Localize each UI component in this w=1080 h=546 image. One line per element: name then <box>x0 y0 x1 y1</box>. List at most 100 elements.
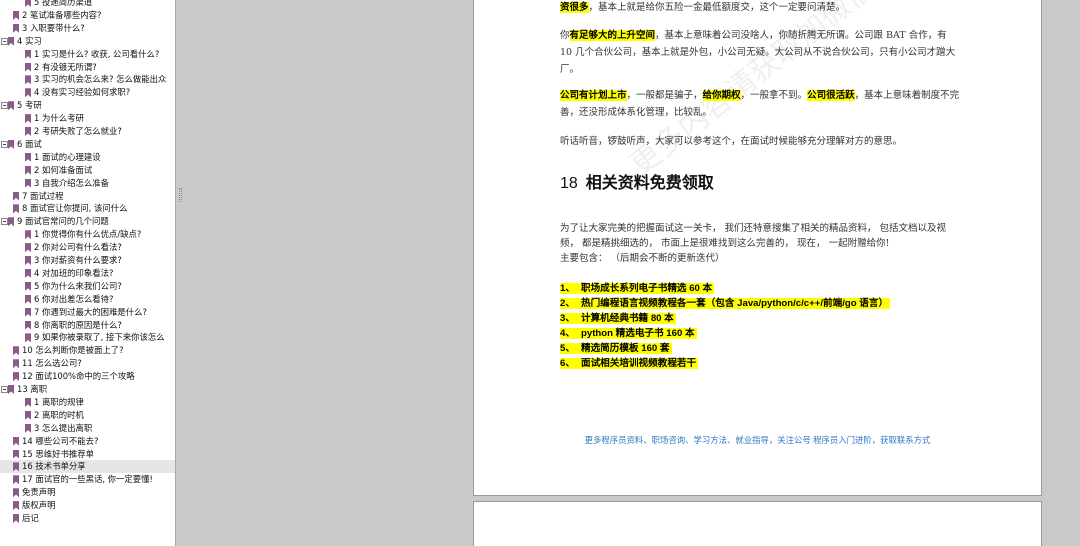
bookmark-item[interactable]: 4 对加班的印象看法? <box>0 267 175 280</box>
bookmark-item[interactable]: 17 面试官的一些黑话, 你一定要懂! <box>0 473 175 486</box>
collapse-toggle-icon[interactable] <box>1 37 8 45</box>
bookmark-item[interactable]: 8 面试官让你提问, 该问什么 <box>0 202 175 215</box>
bookmark-item[interactable]: 10 怎么判断你是被面上了? <box>0 344 175 357</box>
bookmark-item[interactable]: 11 怎么选公司? <box>0 357 175 370</box>
highlight: 3、 计算机经典书籍 80 本 <box>560 313 676 324</box>
bookmark-icon <box>13 204 19 214</box>
resource-number: 5、 <box>560 343 575 354</box>
bookmark-icon <box>25 178 31 188</box>
bookmark-icon <box>13 372 19 382</box>
bookmark-item[interactable]: 9 面试官常问的几个问题 <box>0 215 175 228</box>
bookmark-label: 17 面试官的一些黑话, 你一定要懂! <box>22 474 153 485</box>
bookmark-item[interactable]: 2 离职的时机 <box>0 409 175 422</box>
bookmark-label: 1 面试的心理建设 <box>34 151 101 162</box>
bookmark-label: 5 你为什么来我们公司? <box>34 280 122 291</box>
bookmark-icon <box>13 449 19 459</box>
bookmark-item[interactable]: 3 入职要带什么? <box>0 22 175 35</box>
section-heading: 18 相关资料免费领取 <box>560 169 714 193</box>
bookmark-item[interactable]: 2 笔试准备哪些内容? <box>0 9 175 22</box>
bookmark-item[interactable]: 1 为什么考研 <box>0 112 175 125</box>
bookmark-icon <box>25 320 31 330</box>
bookmark-item[interactable]: 1 面试的心理建设 <box>0 151 175 164</box>
highlight: 2、 热门编程语言视频教程各一套（包含 Java/python/c/c++/前端/… <box>560 298 891 309</box>
bookmark-item[interactable]: 1 你觉得你有什么优点/缺点? <box>0 228 175 241</box>
bookmark-item[interactable]: 3 自我介绍怎么准备 <box>0 177 175 190</box>
section-number: 18 <box>560 175 578 192</box>
bookmark-icon <box>8 36 14 46</box>
highlight: 资很多 <box>560 2 589 13</box>
highlight: 公司很活跃 <box>807 90 855 101</box>
paragraph-text: ，一般拿不到。 <box>740 90 808 101</box>
bookmarks-panel[interactable]: 5 投递简历渠道 2 笔试准备哪些内容? 3 入职要带什么? 4 实习 1 实习是什么?… <box>0 0 176 546</box>
resource-number: 3、 <box>560 313 575 324</box>
bookmark-item[interactable]: 1 离职的规律 <box>0 396 175 409</box>
bookmark-item[interactable]: 15 思维好书推荐单 <box>0 448 175 461</box>
bookmark-item[interactable]: 2 考研失败了怎么就业? <box>0 125 175 138</box>
bookmark-item[interactable]: 16 技术书单分享 <box>0 460 175 474</box>
highlight: 给你期权 <box>702 90 741 101</box>
bookmark-item[interactable]: 8 你离职的原因是什么? <box>0 319 175 332</box>
resource-number: 6、 <box>560 358 575 369</box>
bookmark-item[interactable]: 9 如果你被录取了, 接下来你该怎么 <box>0 331 175 344</box>
bookmark-item[interactable]: 5 考研 <box>0 99 175 112</box>
highlight: 5、 精选简历模板 160 套 <box>560 343 672 354</box>
bookmark-icon <box>25 88 31 98</box>
bookmark-icon <box>8 385 14 394</box>
footer-link[interactable]: 更多程序员资料、职场咨询、学习方法、就业指导，关注公号 程序员入门进阶，获取联系… <box>474 434 1041 446</box>
bookmark-item[interactable]: 6 你对出差怎么看待? <box>0 293 175 306</box>
bookmark-icon <box>13 436 19 446</box>
bookmark-item[interactable]: 6 面试 <box>0 138 175 151</box>
bookmark-label: 6 面试 <box>17 138 42 149</box>
resource-number: 2、 <box>560 298 575 309</box>
bookmark-item[interactable]: 12 面试100%命中的三个攻略 <box>0 370 175 383</box>
bookmark-icon <box>25 127 31 136</box>
paragraph-text: ，一般都是骗子， <box>626 90 703 101</box>
bookmark-item[interactable]: 3 怎么提出离职 <box>0 422 175 435</box>
bookmark-item[interactable]: 7 你遇到过最大的困难是什么? <box>0 306 175 319</box>
collapse-toggle-icon[interactable] <box>1 102 8 110</box>
bookmark-label: 3 入职要带什么? <box>22 22 85 33</box>
bookmark-icon <box>25 62 31 72</box>
bookmark-item[interactable]: 免责声明 <box>0 486 175 499</box>
paragraph-text: 你 <box>560 30 570 41</box>
bookmark-label: 7 面试过程 <box>22 190 64 201</box>
bookmark-label: 2 如何准备面试 <box>34 164 93 175</box>
bookmark-item[interactable]: 14 哪些公司不能去? <box>0 435 175 448</box>
bookmark-label: 2 你对公司有什么看法? <box>34 242 122 253</box>
bookmark-icon <box>25 268 31 278</box>
resource-item: 1、 职场成长系列电子书精选 60 本 <box>560 282 715 296</box>
bookmark-item[interactable]: 7 面试过程 <box>0 190 175 203</box>
bookmark-icon <box>25 49 31 59</box>
collapse-toggle-icon[interactable] <box>1 218 8 226</box>
resource-item: 2、 热门编程语言视频教程各一套（包含 Java/python/c/c++/前端/… <box>560 297 891 311</box>
bookmark-icon <box>25 294 31 304</box>
bookmark-item[interactable]: 4 没有实习经验如何求职? <box>0 86 175 99</box>
bookmark-icon <box>25 397 31 407</box>
bookmark-label: 1 你觉得你有什么优点/缺点? <box>34 229 142 240</box>
paragraph: 资很多，基本上就是给你五险一金最低额度交，这个一定要问清楚。 <box>560 0 960 16</box>
collapse-toggle-icon[interactable] <box>1 386 8 393</box>
bookmark-item[interactable]: 5 投递简历渠道 <box>0 0 175 9</box>
bookmark-item[interactable]: 3 你对薪资有什么要求? <box>0 254 175 267</box>
bookmark-item[interactable]: 4 实习 <box>0 35 175 48</box>
bookmark-label: 2 离职的时机 <box>34 409 84 420</box>
collapse-toggle-icon[interactable] <box>1 140 8 148</box>
splitter-grip-icon[interactable] <box>179 188 182 202</box>
bookmark-item[interactable]: 2 有没镀无所谓? <box>0 61 175 74</box>
bookmark-icon <box>13 346 19 356</box>
bookmark-item[interactable]: 版权声明 <box>0 499 175 512</box>
panel-splitter[interactable] <box>177 0 185 546</box>
bookmark-item[interactable]: 2 你对公司有什么看法? <box>0 241 175 254</box>
highlight: 6、 面试相关培训视频教程若干 <box>560 358 699 369</box>
bookmark-item[interactable]: 13 离职 <box>0 383 175 396</box>
bookmark-item[interactable]: 后记 <box>0 512 175 525</box>
bookmark-item[interactable]: 5 你为什么来我们公司? <box>0 280 175 293</box>
bookmark-icon <box>13 10 19 20</box>
bookmark-label: 1 实习是什么? 收获, 公司看什么? <box>34 48 160 59</box>
bookmark-icon <box>25 75 31 85</box>
bookmark-item[interactable]: 2 如何准备面试 <box>0 164 175 177</box>
bookmark-item[interactable]: 3 实习的机会怎么来? 怎么做能出众 <box>0 73 175 86</box>
bookmark-icon <box>13 501 19 511</box>
bookmark-item[interactable]: 1 实习是什么? 收获, 公司看什么? <box>0 48 175 61</box>
section-title: 相关资料免费领取 <box>585 175 714 192</box>
